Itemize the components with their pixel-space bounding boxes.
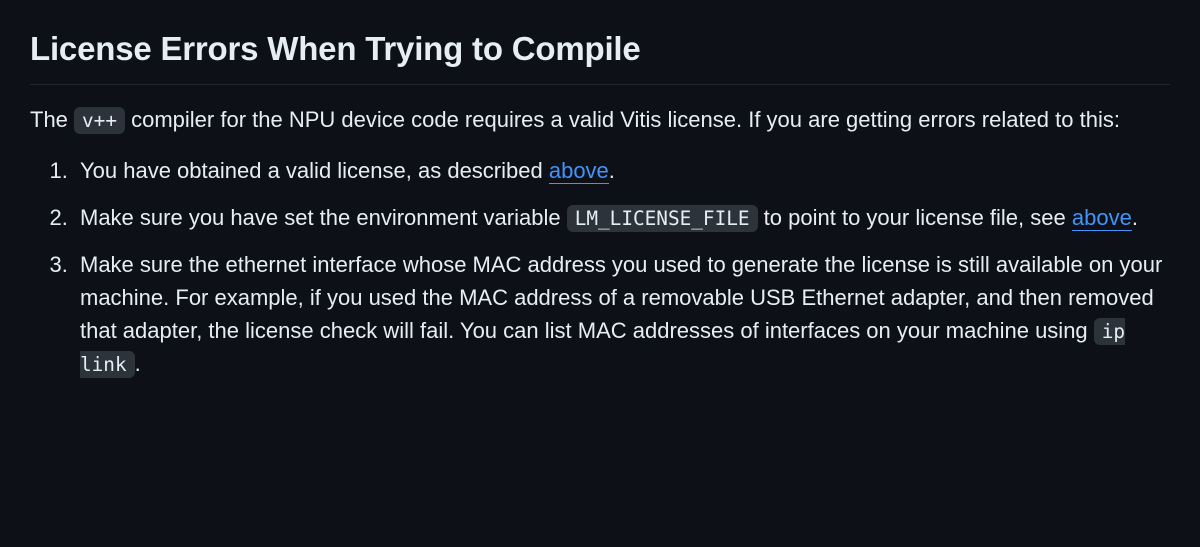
step-text-tail: .	[609, 158, 615, 183]
step-text-tail: .	[1132, 205, 1138, 230]
intro-text-pre: The	[30, 107, 74, 132]
intro-text-post: compiler for the NPU device code require…	[125, 107, 1120, 132]
code-vpp: v++	[74, 107, 125, 134]
doc-section: License Errors When Trying to Compile Th…	[0, 0, 1200, 434]
steps-list: You have obtained a valid license, as de…	[30, 154, 1170, 380]
link-above[interactable]: above	[549, 158, 609, 184]
step-text-tail: .	[135, 351, 141, 376]
list-item: You have obtained a valid license, as de…	[74, 154, 1170, 187]
step-text-mid: to point to your license file, see	[758, 205, 1072, 230]
step-text: Make sure the ethernet interface whose M…	[80, 252, 1162, 343]
step-text: Make sure you have set the environment v…	[80, 205, 567, 230]
list-item: Make sure the ethernet interface whose M…	[74, 248, 1170, 380]
link-above[interactable]: above	[1072, 205, 1132, 231]
step-text: You have obtained a valid license, as de…	[80, 158, 549, 183]
section-heading: License Errors When Trying to Compile	[30, 24, 1170, 85]
code-lm-license-file: LM_LICENSE_FILE	[567, 205, 758, 232]
intro-paragraph: The v++ compiler for the NPU device code…	[30, 103, 1170, 136]
list-item: Make sure you have set the environment v…	[74, 201, 1170, 234]
